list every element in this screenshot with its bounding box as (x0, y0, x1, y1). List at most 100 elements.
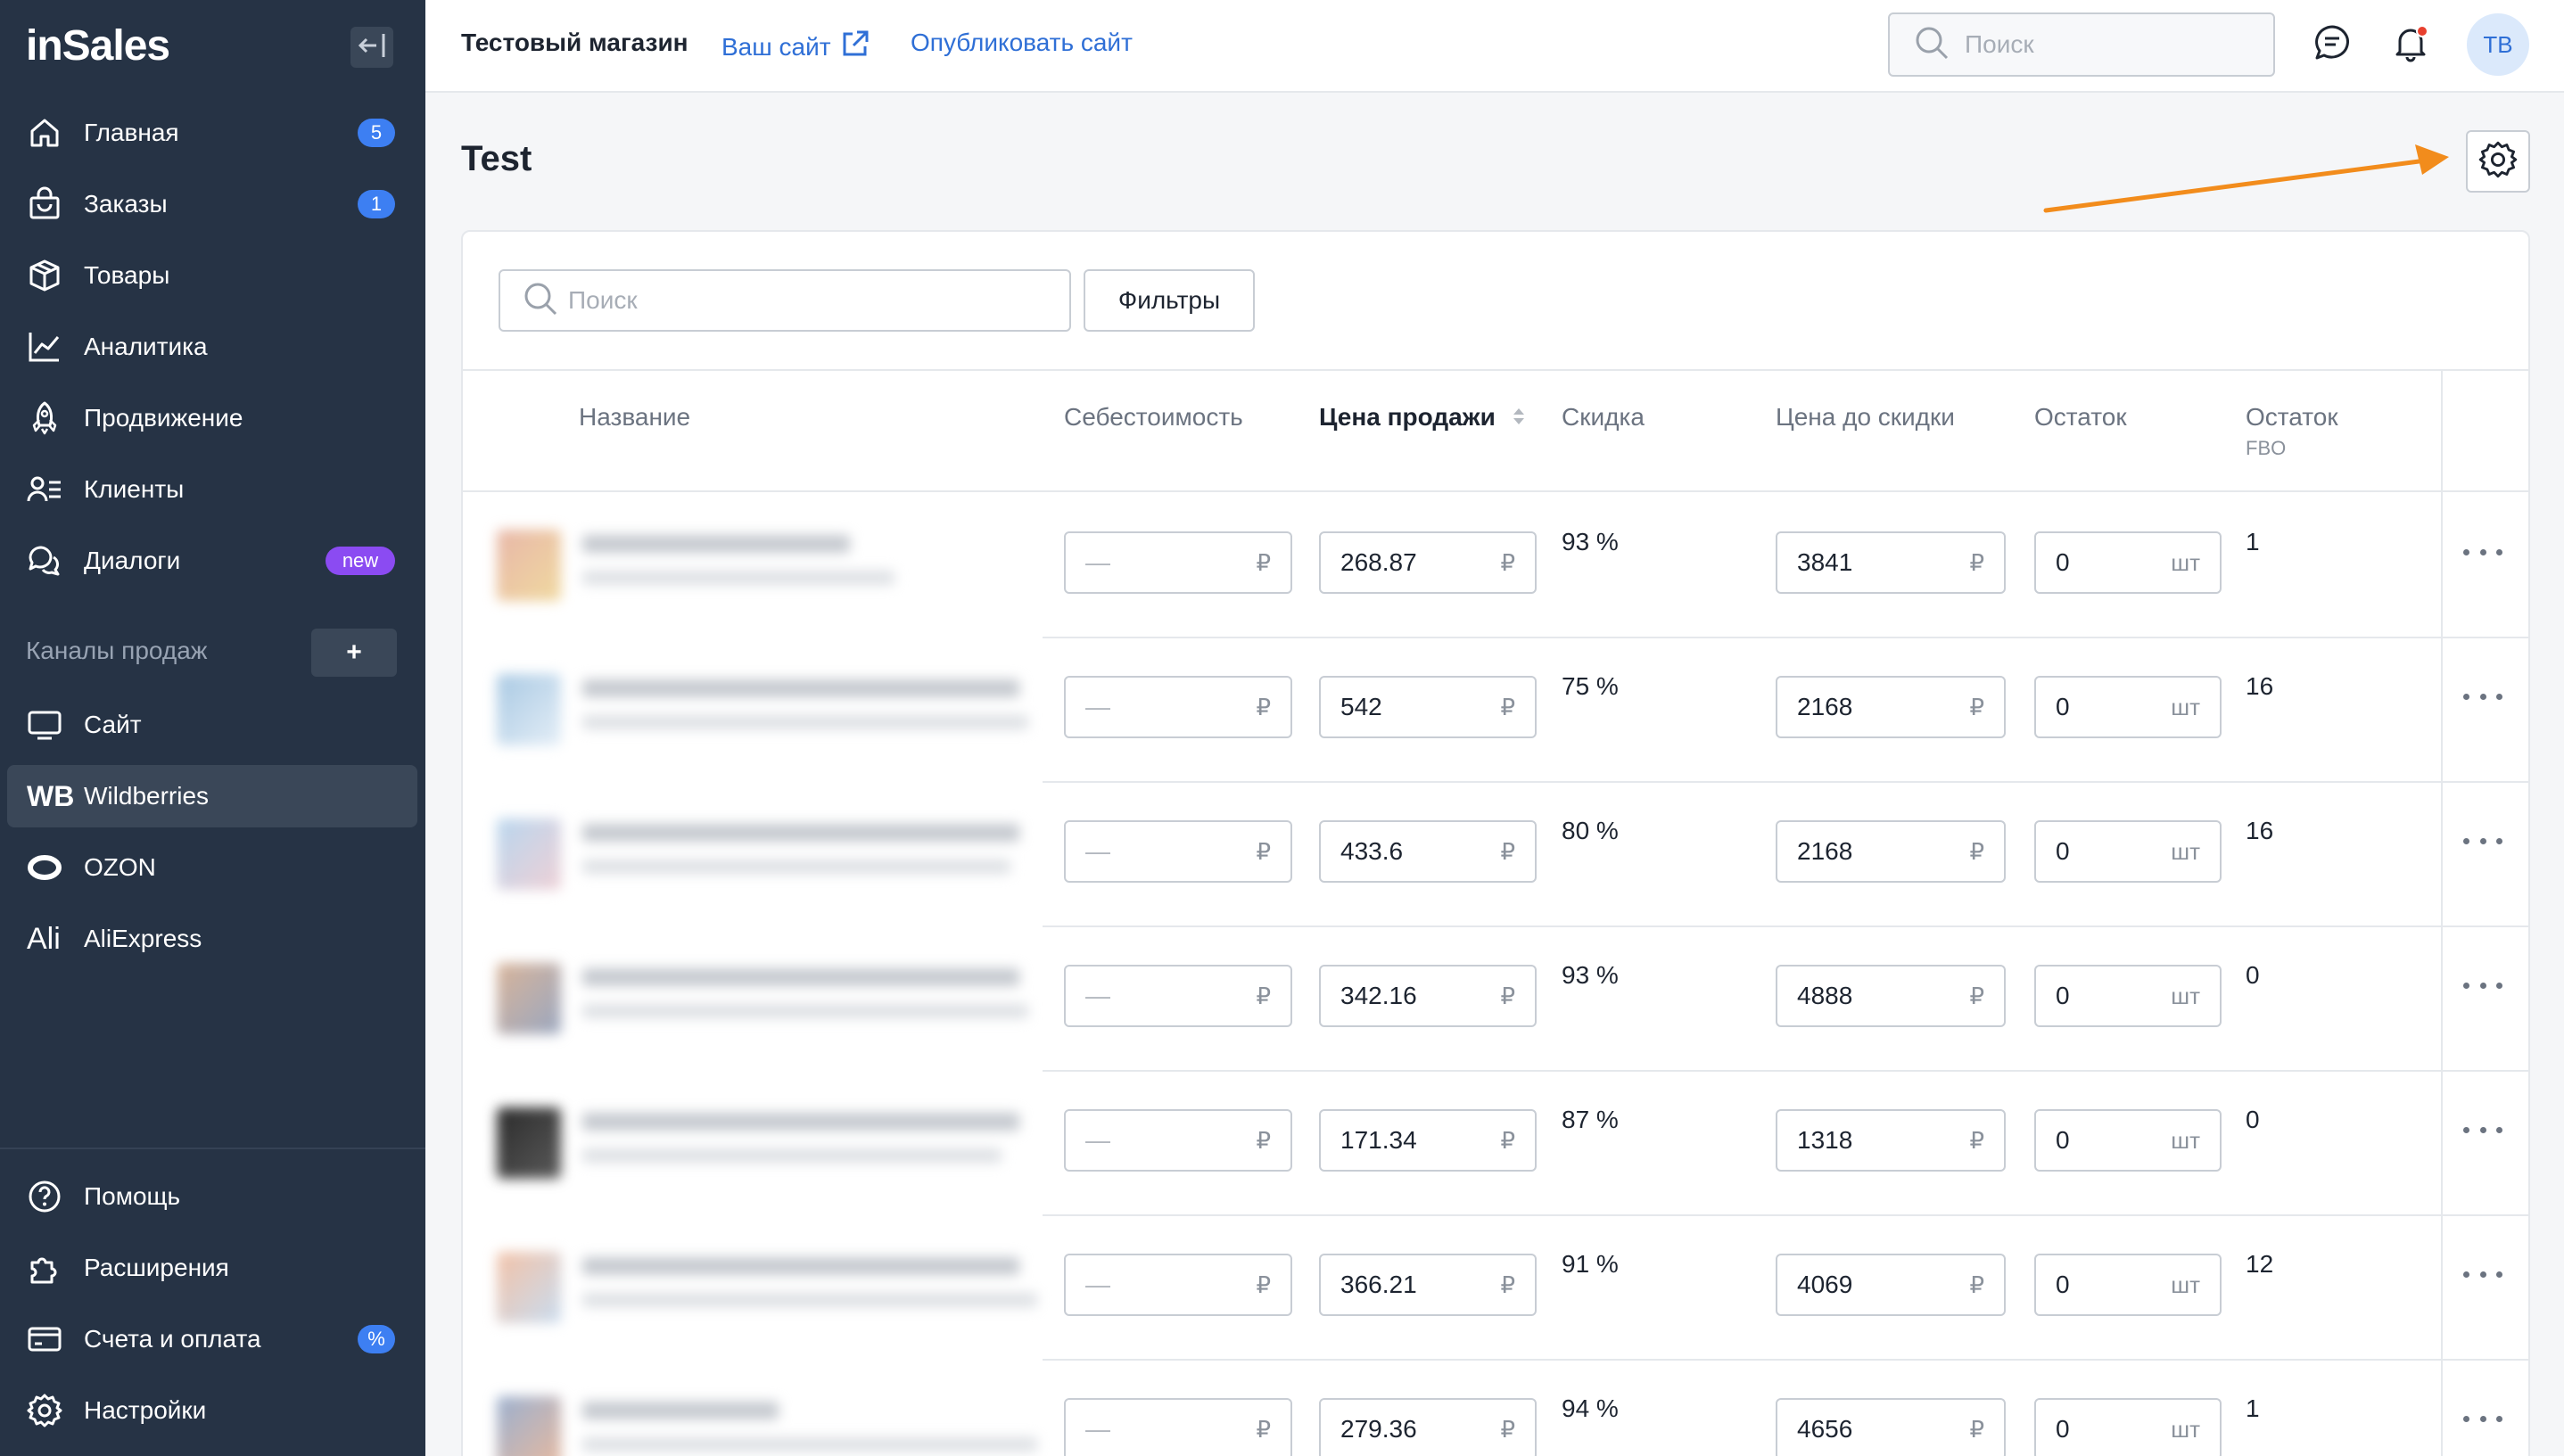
sidebar-item-label: Расширения (84, 1254, 229, 1281)
price-before-input[interactable]: 3841 ₽ (1776, 531, 2006, 594)
notifications-button[interactable] (2387, 21, 2434, 68)
cost-input[interactable]: — ₽ (1064, 1398, 1292, 1456)
sidebar-item-dialogs[interactable]: Диалоги new (7, 530, 417, 592)
your-site-link[interactable]: Ваш сайт (721, 29, 870, 65)
row-more-menu-button[interactable] (2463, 972, 2502, 999)
sidebar-item-site[interactable]: Сайт (7, 694, 417, 756)
table-row[interactable]: — ₽ 366.21 ₽ 91 % 4069 ₽ 0 шт 12 (463, 1216, 2528, 1361)
stock-input[interactable]: 0 шт (2034, 820, 2222, 883)
cost-input[interactable]: — ₽ (1064, 531, 1292, 594)
row-more-menu-button[interactable] (2463, 1405, 2502, 1432)
column-header-name[interactable]: Название (579, 403, 690, 432)
column-header-price[interactable]: Цена продажи (1319, 403, 1526, 433)
more-dots-icon (2479, 982, 2486, 989)
sidebar-item-products[interactable]: Товары (7, 244, 417, 307)
stock-input[interactable]: 0 шт (2034, 531, 2222, 594)
stock-input[interactable]: 0 шт (2034, 1109, 2222, 1172)
product-title-blurred (582, 1113, 1019, 1131)
sidebar-item-ozon[interactable]: OZON (7, 836, 417, 899)
cost-input[interactable]: — ₽ (1064, 1109, 1292, 1172)
price-before-input[interactable]: 2168 ₽ (1776, 676, 2006, 738)
price-input[interactable]: 279.36 ₽ (1319, 1398, 1537, 1456)
price-input[interactable]: 268.87 ₽ (1319, 531, 1537, 594)
price-value: 268.87 (1340, 548, 1417, 576)
product-name-cell[interactable] (486, 810, 1030, 908)
cost-input[interactable]: — ₽ (1064, 820, 1292, 883)
sidebar-item-billing[interactable]: Счета и оплата % (7, 1308, 417, 1370)
product-name-cell[interactable] (486, 1387, 1037, 1456)
sidebar-item-clients[interactable]: Клиенты (7, 458, 417, 521)
sidebar-item-help[interactable]: Помощь (7, 1165, 417, 1228)
row-more-menu-button[interactable] (2463, 539, 2502, 565)
column-header-cost[interactable]: Себестоимость (1064, 403, 1243, 432)
product-name-cell[interactable] (486, 954, 1030, 1052)
publish-site-link[interactable]: Опубликовать сайт (911, 29, 1133, 57)
product-name-cell[interactable] (486, 665, 1030, 763)
cost-input[interactable]: — ₽ (1064, 1254, 1292, 1316)
product-name-cell[interactable] (486, 521, 1030, 619)
sidebar-item-promotion[interactable]: Продвижение (7, 387, 417, 449)
stock-input[interactable]: 0 шт (2034, 1254, 2222, 1316)
row-more-menu-button[interactable] (2463, 1261, 2502, 1287)
row-more-menu-button[interactable] (2463, 683, 2502, 710)
sidebar-item-label: Продвижение (84, 404, 243, 432)
product-name-cell[interactable] (486, 1243, 1037, 1341)
table-row[interactable]: — ₽ 268.87 ₽ 93 % 3841 ₽ 0 шт 1 (463, 494, 2528, 638)
sidebar-item-aliexpress[interactable]: Ali AliExpress (7, 908, 417, 970)
row-more-menu-button[interactable] (2463, 1116, 2502, 1143)
sidebar-item-analytics[interactable]: Аналитика (7, 316, 417, 378)
cost-value: — (1085, 1126, 1110, 1154)
column-header-price-before[interactable]: Цена до скидки (1776, 403, 1955, 432)
column-header-stock[interactable]: Остаток (2034, 403, 2127, 432)
cost-input[interactable]: — ₽ (1064, 965, 1292, 1027)
cost-input[interactable]: — ₽ (1064, 676, 1292, 738)
column-header-discount[interactable]: Скидка (1562, 403, 1645, 432)
unit-label: шт (2171, 548, 2200, 576)
sidebar-item-settings[interactable]: Настройки (7, 1379, 417, 1442)
sidebar-item-extensions[interactable]: Расширения (7, 1237, 417, 1299)
stock-input[interactable]: 0 шт (2034, 965, 2222, 1027)
price-before-value: 1318 (1797, 1126, 1853, 1154)
sidebar-item-label: Заказы (84, 190, 168, 218)
unit-label: шт (2171, 1271, 2200, 1298)
ali-icon-text: Ali (27, 921, 61, 956)
price-input[interactable]: 171.34 ₽ (1319, 1109, 1537, 1172)
sidebar-item-orders[interactable]: Заказы 1 (7, 173, 417, 235)
product-thumbnail (497, 1107, 561, 1179)
sidebar-item-wildberries[interactable]: WB Wildberries (7, 765, 417, 827)
table-row[interactable]: — ₽ 433.6 ₽ 80 % 2168 ₽ 0 шт 16 (463, 783, 2528, 927)
sidebar-item-label: Аналитика (84, 333, 208, 360)
table-row[interactable]: — ₽ 542 ₽ 75 % 2168 ₽ 0 шт 16 (463, 638, 2528, 783)
price-before-input[interactable]: 2168 ₽ (1776, 820, 2006, 883)
add-channel-button[interactable]: + (311, 629, 397, 677)
column-header-stock-fbo[interactable]: Остаток FBO (2246, 403, 2338, 460)
price-input[interactable]: 542 ₽ (1319, 676, 1537, 738)
price-input[interactable]: 366.21 ₽ (1319, 1254, 1537, 1316)
row-more-menu-button[interactable] (2463, 827, 2502, 854)
stock-input[interactable]: 0 шт (2034, 676, 2222, 738)
price-before-input[interactable]: 4656 ₽ (1776, 1398, 2006, 1456)
collapse-sidebar-button[interactable] (350, 27, 393, 68)
chart-line-icon (7, 329, 84, 365)
shopping-bag-icon (7, 186, 84, 222)
table-row[interactable]: — ₽ 171.34 ₽ 87 % 1318 ₽ 0 шт 0 (463, 1072, 2528, 1216)
price-before-input[interactable]: 4069 ₽ (1776, 1254, 2006, 1316)
product-name-cell[interactable] (486, 1098, 1030, 1197)
filters-button[interactable]: Фильтры (1084, 269, 1255, 332)
table-settings-button[interactable] (2466, 130, 2530, 193)
header-search-input[interactable]: Поиск (1888, 12, 2275, 77)
stock-input[interactable]: 0 шт (2034, 1398, 2222, 1456)
messages-button[interactable] (2309, 21, 2355, 68)
price-before-input[interactable]: 4888 ₽ (1776, 965, 2006, 1027)
avatar[interactable]: ТВ (2467, 13, 2529, 76)
table-search-input[interactable]: Поиск (499, 269, 1071, 332)
price-input[interactable]: 433.6 ₽ (1319, 820, 1537, 883)
price-before-value: 4069 (1797, 1271, 1853, 1298)
price-before-input[interactable]: 1318 ₽ (1776, 1109, 2006, 1172)
price-input[interactable]: 342.16 ₽ (1319, 965, 1537, 1027)
sidebar-item-home[interactable]: Главная 5 (7, 102, 417, 164)
currency-symbol: ₽ (1500, 1271, 1515, 1298)
table-row[interactable]: — ₽ 342.16 ₽ 93 % 4888 ₽ 0 шт 0 (463, 927, 2528, 1072)
table-row[interactable]: — ₽ 279.36 ₽ 94 % 4656 ₽ 0 шт 1 (463, 1361, 2528, 1456)
price-before-value: 4656 (1797, 1415, 1853, 1443)
